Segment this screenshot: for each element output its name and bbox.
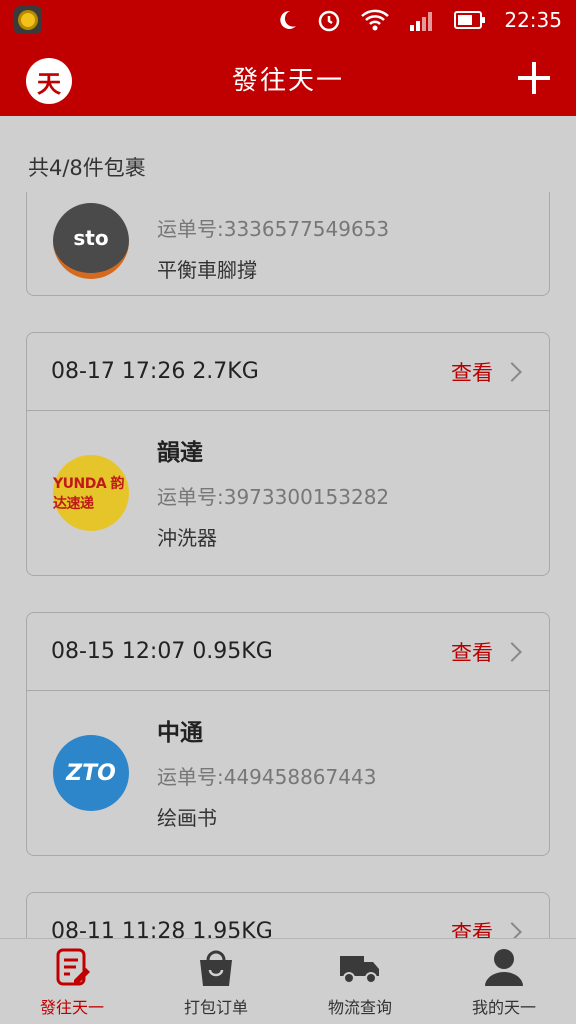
tracking-number: 运单号:449458867443	[157, 765, 377, 789]
view-label: 查看	[451, 640, 493, 665]
nav-label: 發往天一	[39, 997, 104, 1017]
status-time: 22:35	[504, 8, 562, 32]
parcel-card[interactable]: 08-11 11:28 1.95KG 查看	[26, 892, 550, 938]
battery-icon	[454, 11, 486, 29]
status-indicators: 22:35	[274, 7, 562, 33]
nav-label: 我的天一	[471, 997, 536, 1017]
moon-icon	[280, 10, 297, 29]
chevron-right-icon	[502, 921, 522, 938]
bag-icon	[200, 950, 232, 986]
carrier-name: 韻達	[157, 440, 203, 466]
nav-tab-send[interactable]: 發往天一	[0, 939, 144, 1024]
item-name: 沖洗器	[157, 526, 217, 550]
nav-tab-tracking[interactable]: 物流查询	[288, 939, 432, 1024]
nav-tab-profile[interactable]: 我的天一	[432, 939, 576, 1024]
nav-label: 物流查询	[327, 997, 392, 1017]
user-icon	[485, 948, 523, 986]
card-header: 08-11 11:28 1.95KG 查看	[27, 893, 549, 938]
chevron-right-icon	[502, 361, 522, 382]
view-button[interactable]: 查看	[451, 917, 525, 939]
tracking-number: 运单号:3336577549653	[157, 217, 390, 241]
yunda-logo: YUNDA 韵达速递	[53, 455, 129, 531]
app-logo: 天	[26, 58, 72, 104]
view-label: 查看	[451, 360, 493, 385]
order-icon	[56, 948, 90, 985]
alarm-icon	[319, 10, 340, 32]
title-bar: 天 發往天一	[0, 40, 576, 116]
card-header: 08-15 12:07 0.95KG 查看	[27, 613, 549, 691]
wifi-icon	[361, 9, 390, 31]
card-body: YUNDA 韵达速递 韻達 运单号:3973300153282 沖洗器	[27, 411, 549, 575]
list-header: 共4/8件包裹	[0, 116, 576, 192]
tracking-number: 运单号:3973300153282	[157, 485, 390, 509]
date-weight: 08-15 12:07 0.95KG	[51, 639, 273, 664]
item-name: 平衡車腳撐	[157, 258, 257, 282]
add-icon[interactable]	[514, 58, 554, 98]
status-bar: 22:35	[0, 0, 576, 40]
bottom-nav: 發往天一 打包订单 物流查询 我的天一	[0, 938, 576, 1024]
parcel-list[interactable]: 共4/8件包裹 sto 运单号:3336577549653 平衡車腳撐 共4/8…	[0, 116, 576, 938]
date-weight: 08-17 17:26 2.7KG	[51, 359, 259, 384]
parcel-count-label: 共4/8件包裹	[28, 156, 146, 180]
signal-icon	[410, 12, 433, 31]
date-weight: 08-11 11:28 1.95KG	[51, 919, 273, 938]
parcel-card[interactable]: 08-17 17:26 2.7KG 查看 YUNDA 韵达速递 韻達 运单号:3…	[26, 332, 550, 576]
sto-logo: sto	[53, 203, 129, 279]
page-title: 發往天一	[231, 65, 344, 96]
truck-icon	[340, 955, 379, 984]
carrier-name: 中通	[157, 720, 203, 746]
parcel-card[interactable]: 08-15 12:07 0.95KG 查看 ZTO 中通 运单号:4494588…	[26, 612, 550, 856]
card-header: 08-17 17:26 2.7KG 查看	[27, 333, 549, 411]
zto-logo: ZTO	[53, 735, 129, 811]
card-body: ZTO 中通 运单号:449458867443 绘画书	[27, 691, 549, 855]
nav-label: 打包订单	[183, 997, 248, 1017]
view-label: 查看	[451, 920, 493, 939]
chevron-right-icon	[502, 641, 522, 662]
item-name: 绘画书	[157, 806, 217, 830]
app-notification-icon	[14, 6, 42, 34]
nav-tab-pack[interactable]: 打包订单	[144, 939, 288, 1024]
view-button[interactable]: 查看	[451, 357, 525, 387]
view-button[interactable]: 查看	[451, 637, 525, 667]
